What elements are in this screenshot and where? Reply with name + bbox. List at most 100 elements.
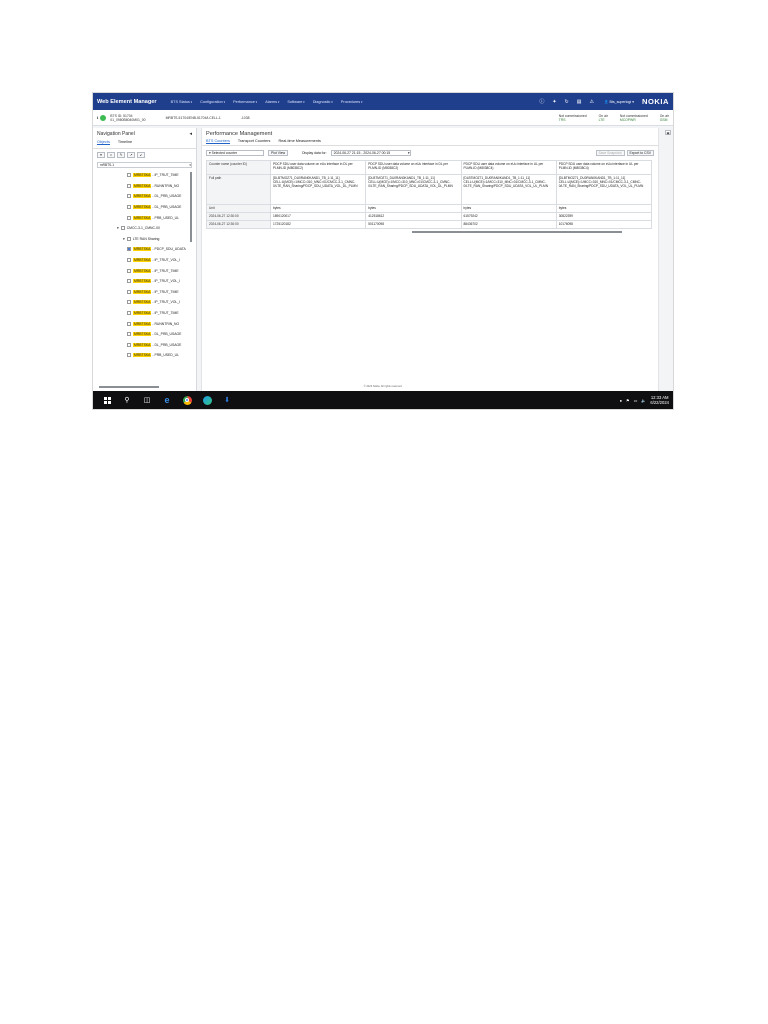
page-title: Performance Management xyxy=(206,131,273,137)
table-cell: PDCP SDU user data volume on eUu interfa… xyxy=(555,160,653,175)
tree-item[interactable]: MRBTSKA - RUNNTRIN_NO xyxy=(97,318,196,329)
refresh-icon[interactable]: ↻ xyxy=(565,99,569,105)
menu-procedures[interactable]: Procedures xyxy=(341,100,363,104)
expand-icon[interactable]: ↗ xyxy=(127,152,135,158)
tab-objects[interactable]: Objects xyxy=(97,140,110,145)
user-name: Bts_superlogi xyxy=(609,99,632,104)
hops-value: -1038 xyxy=(240,115,250,120)
tree-item-tag: MRBTSKA xyxy=(133,311,152,316)
export-csv-button[interactable]: Export to CSV xyxy=(626,150,654,156)
user-menu[interactable]: 👤 Bts_superlogi ▾ xyxy=(604,100,634,104)
nav-vertical-scrollbar[interactable] xyxy=(190,172,192,242)
tools-icon[interactable]: ✦ xyxy=(552,99,556,105)
tree-item[interactable]: ▾ LTE RAN Sharing xyxy=(97,234,196,245)
tree-item[interactable]: MRBTSKA - IP_TRUT_TIME xyxy=(97,308,196,319)
tree-item-tag: MRBTSKA xyxy=(133,247,152,252)
tree-item[interactable]: MRBTSKA - IP_TRUT_VOL_I xyxy=(97,276,196,287)
tree-item-label: - IP_TRUT_VOL_I xyxy=(152,300,181,305)
menu-software[interactable]: Software xyxy=(287,100,304,104)
tree-item[interactable]: MRBTSKA - IP_TRUT_VOL_I xyxy=(97,255,196,266)
tree-checkbox[interactable] xyxy=(127,289,131,294)
collapse-all-icon[interactable]: ↙ xyxy=(137,152,145,158)
tree-item-tag: MRBTSKA xyxy=(133,215,152,220)
tree-checkbox[interactable] xyxy=(127,353,131,358)
tree-item[interactable]: MRBTSKA - DL_PRB_USAGE xyxy=(97,329,196,340)
plot-view-button[interactable]: Plot View xyxy=(268,150,289,156)
warning-icon[interactable]: ⚠ xyxy=(589,99,593,105)
download-icon[interactable]: ⬇ xyxy=(222,395,232,405)
filter-icon[interactable]: ▾ xyxy=(97,152,105,158)
tree-item-tag: MRBTSKA xyxy=(133,300,152,305)
edge-icon[interactable] xyxy=(202,395,212,405)
chart-icon[interactable]: ▤ xyxy=(577,99,582,105)
object-tree: MRBTSKA - IP_TRUT_TIME MRBTSKA - RUNNTRIN_N… xyxy=(93,170,196,361)
tree-checkbox[interactable] xyxy=(127,342,131,347)
battery-icon[interactable]: ▭ xyxy=(634,398,638,403)
tree-checkbox[interactable] xyxy=(127,279,131,284)
language-icon[interactable]: ⚑ xyxy=(626,398,630,403)
status-bar: ℹ BTS ID: 51704 01_0980B8040M01_00 MRBTS… xyxy=(93,110,673,126)
tree-checkbox[interactable] xyxy=(127,194,131,199)
menu-performance[interactable]: Performance xyxy=(233,100,257,104)
nav-filter-dropdown[interactable]: mRBTS-1 ▾ xyxy=(97,162,192,168)
tree-item[interactable]: MRBTSKA - IP_TRUT_TIME xyxy=(97,287,196,298)
tree-checkbox[interactable] xyxy=(127,321,131,326)
menu-diagnostic[interactable]: Diagnostic xyxy=(313,100,333,104)
tree-checkbox[interactable] xyxy=(127,215,131,220)
tree-item[interactable]: MRBTSKA - DL_PRB_USAGE xyxy=(97,340,196,351)
tree-checkbox[interactable] xyxy=(127,268,131,273)
tree-item[interactable]: MRBTSKA - RUNNTRIN_NO xyxy=(97,181,196,192)
tab-transport-counters[interactable]: Transport Counters xyxy=(238,139,271,144)
tree-item[interactable]: MRBTSKA - PDCP_SDU_UDATA xyxy=(97,244,196,255)
chrome-icon[interactable] xyxy=(182,395,192,405)
tree-expander-icon[interactable]: ▾ xyxy=(117,226,119,230)
tree-checkbox[interactable] xyxy=(127,258,131,263)
tree-item[interactable]: MRBTSKA - PRB_USED_UL xyxy=(97,350,196,361)
windows-start-icon[interactable] xyxy=(102,395,112,405)
tree-checkbox[interactable] xyxy=(127,183,131,188)
tree-checkbox[interactable] xyxy=(127,300,131,305)
navigation-panel: Navigation Panel ◂ Objects Timeline ▾ □ … xyxy=(93,128,197,391)
tree-checkbox[interactable] xyxy=(127,205,131,210)
save-snapshot-button[interactable]: Save Snapshot xyxy=(595,150,625,156)
tree-expander-icon[interactable]: ▾ xyxy=(123,237,125,241)
selected-counter-dropdown[interactable]: ▾ Selected counter xyxy=(206,150,264,156)
network-icon[interactable]: ● xyxy=(620,398,622,403)
table-horizontal-scrollbar[interactable] xyxy=(412,231,622,233)
folder-icon[interactable]: □ xyxy=(107,152,115,158)
collapse-icon[interactable]: ◂ xyxy=(189,131,192,137)
tab-real-time[interactable]: Real-time Measurements xyxy=(278,139,320,144)
edit-icon[interactable]: ✎ xyxy=(117,152,125,158)
tree-checkbox[interactable] xyxy=(127,247,131,252)
tree-item[interactable]: MRBTSKA - DL_PRB_USAGE xyxy=(97,202,196,213)
tab-bts-counters[interactable]: BTS Counters xyxy=(206,139,230,144)
main-tabs: BTS Counters Transport Counters Real-tim… xyxy=(202,138,658,146)
tree-checkbox[interactable] xyxy=(127,173,131,178)
maximize-icon[interactable]: ▣ xyxy=(665,130,671,135)
menu-bts-status[interactable]: BTS Status xyxy=(171,100,193,104)
tab-timeline[interactable]: Timeline xyxy=(118,140,132,145)
tree-item[interactable]: MRBTSKA - IP_TRUT_TIME xyxy=(97,265,196,276)
date-range-dropdown[interactable]: 2024-06-27 21:15 - 2024-06-27 00:15 ▾ xyxy=(330,150,411,156)
tree-checkbox[interactable] xyxy=(126,236,131,241)
clock[interactable]: 12:33 AM 6/22/2024 xyxy=(650,395,669,405)
tree-checkbox[interactable] xyxy=(127,332,131,337)
table-cell: 88436702 xyxy=(460,220,557,229)
tree-checkbox[interactable] xyxy=(127,311,131,316)
table-cell: [DLBTMOZ71_DU0RAN0KAND1_TB_1:11_11] CELL… xyxy=(269,174,367,205)
tree-item[interactable]: MRBTSKA - IP_TRUT_TIME xyxy=(97,170,196,181)
search-icon[interactable]: ⚲ xyxy=(122,395,132,405)
internet-explorer-icon[interactable]: e xyxy=(162,395,172,405)
tree-item[interactable]: ▾ CMCC-3-1_CMNC-00 xyxy=(97,223,196,234)
tree-item-label: - RUNNTRIN_NO xyxy=(152,321,180,326)
tree-item[interactable]: MRBTSKA - PRB_USED_UL xyxy=(97,212,196,223)
volume-icon[interactable]: 🔈 xyxy=(641,398,646,403)
menu-configuration[interactable]: Configuration xyxy=(200,100,225,104)
tree-item[interactable]: MRBTSKA - DL_PRB_USAGE xyxy=(97,191,196,202)
info-icon[interactable]: ⓘ xyxy=(539,98,544,105)
tree-checkbox[interactable] xyxy=(120,226,125,231)
task-view-icon[interactable]: ◫ xyxy=(142,395,152,405)
row-header: 2024-06-27 12:30:00 xyxy=(206,212,271,221)
menu-alarms[interactable]: Alarms xyxy=(265,100,279,104)
tree-item[interactable]: MRBTSKA - IP_TRUT_VOL_I xyxy=(97,297,196,308)
